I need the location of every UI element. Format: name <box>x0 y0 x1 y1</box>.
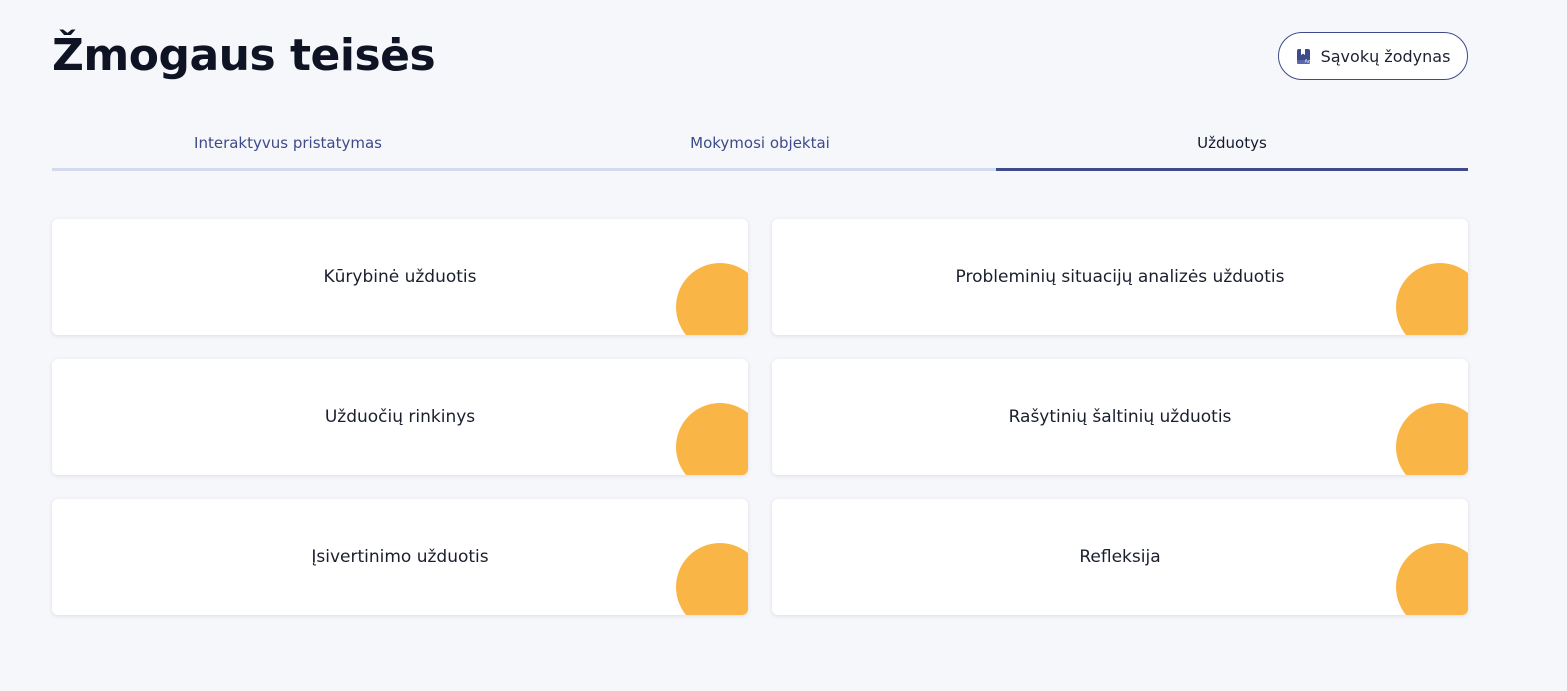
tab-bar: Interaktyvus pristatymas Mokymosi objekt… <box>52 120 1468 171</box>
decorative-circle <box>676 403 748 475</box>
decorative-circle <box>1396 263 1468 335</box>
glossary-button[interactable]: Az Sąvokų žodynas <box>1278 32 1468 80</box>
task-card-written-sources[interactable]: Rašytinių šaltinių užduotis <box>772 359 1468 475</box>
task-card-title: Kūrybinė užduotis <box>323 266 477 287</box>
tab-learning-objects[interactable]: Mokymosi objektai <box>524 120 996 168</box>
task-card-reflection[interactable]: Refleksija <box>772 499 1468 615</box>
decorative-circle <box>1396 543 1468 615</box>
task-card-self-assessment[interactable]: Įsivertinimo užduotis <box>52 499 748 615</box>
task-card-problem-analysis[interactable]: Probleminių situacijų analizės užduotis <box>772 219 1468 335</box>
svg-text:Az: Az <box>1304 58 1310 64</box>
tab-interactive-presentation[interactable]: Interaktyvus pristatymas <box>52 120 524 168</box>
task-card-title: Probleminių situacijų analizės užduotis <box>955 266 1285 287</box>
page-title: Žmogaus teisės <box>52 30 436 81</box>
book-icon: Az <box>1296 48 1312 65</box>
task-card-creative[interactable]: Kūrybinė užduotis <box>52 219 748 335</box>
task-card-task-set[interactable]: Užduočių rinkinys <box>52 359 748 475</box>
decorative-circle <box>1396 403 1468 475</box>
task-card-title: Įsivertinimo užduotis <box>311 546 489 567</box>
task-cards-grid: Kūrybinė užduotis Probleminių situacijų … <box>52 219 1468 615</box>
task-card-title: Refleksija <box>1079 546 1161 567</box>
task-card-title: Užduočių rinkinys <box>324 406 476 427</box>
task-card-title: Rašytinių šaltinių užduotis <box>1008 406 1232 427</box>
decorative-circle <box>676 263 748 335</box>
decorative-circle <box>676 543 748 615</box>
glossary-button-label: Sąvokų žodynas <box>1320 46 1451 66</box>
tab-tasks[interactable]: Užduotys <box>996 120 1468 171</box>
